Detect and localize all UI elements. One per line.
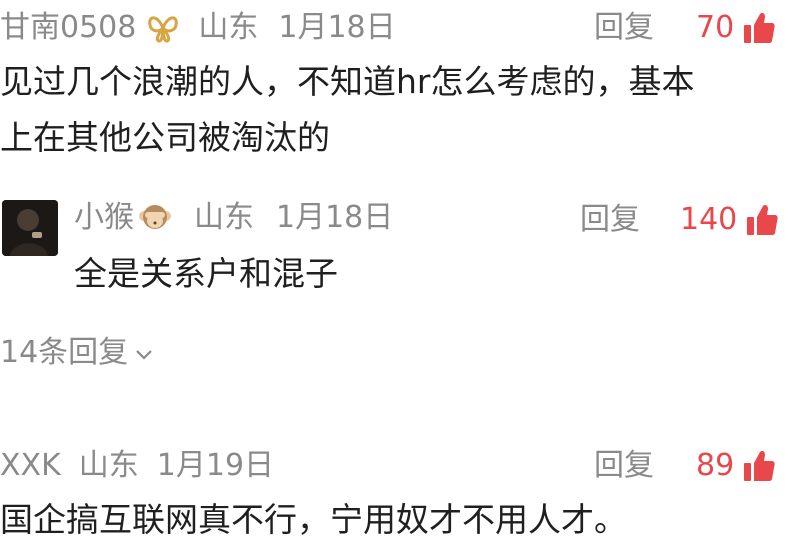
- comment-2-username[interactable]: 小猴: [74, 200, 134, 236]
- comment-2-location: 山东: [194, 200, 254, 235]
- comment-3-date: 1月19日: [156, 448, 275, 483]
- chevron-down-icon: [134, 335, 154, 371]
- comment-2-like-count: 140: [680, 202, 738, 237]
- butterfly-badge-icon: [146, 13, 180, 43]
- comment-2-like-button[interactable]: 140: [680, 202, 779, 238]
- comment-3-header: XXK 山东 1月19日: [0, 448, 274, 484]
- comment-1-reply-button[interactable]: 回复: [594, 10, 654, 46]
- comment-3-like-button[interactable]: 89: [696, 448, 776, 484]
- avatar[interactable]: [2, 200, 58, 256]
- comment-1-location: 山东: [198, 10, 259, 45]
- monkey-emoji-icon: [138, 201, 172, 235]
- comment-3-username[interactable]: XXK: [0, 448, 61, 484]
- comment-2-text: 全是关系户和混子: [74, 254, 338, 293]
- comment-3-location: 山东: [78, 448, 139, 483]
- comment-1-text-line-2: 上在其他公司被淘汰的: [0, 118, 330, 157]
- thumbs-up-icon: [742, 11, 776, 45]
- comment-1-like-count: 70: [696, 10, 735, 45]
- comment-1-text-line-1: 见过几个浪潮的人，不知道hr怎么考虑的，基本: [0, 62, 695, 101]
- comment-2-reply-button[interactable]: 回复: [580, 202, 640, 238]
- more-replies-button[interactable]: 14条回复: [0, 335, 154, 371]
- comment-3-reply-button[interactable]: 回复: [594, 448, 654, 484]
- comment-3-text: 国企搞互联网真不行，宁用奴才不用人才。: [0, 500, 627, 539]
- comment-3-like-count: 89: [696, 448, 735, 483]
- comment-2-date: 1月18日: [276, 200, 394, 235]
- comment-1-like-button[interactable]: 70: [696, 10, 776, 46]
- more-replies-label: 14条回复: [0, 335, 129, 370]
- thumbs-up-icon: [745, 203, 779, 237]
- comment-1-date: 1月18日: [278, 10, 396, 45]
- thumbs-up-icon: [742, 449, 776, 483]
- comment-2-header: 小猴 山东 1月18日: [74, 200, 393, 236]
- comment-1-username[interactable]: 甘南0508: [0, 10, 136, 46]
- comment-1-header: 甘南0508 山东 1月18日: [0, 10, 396, 46]
